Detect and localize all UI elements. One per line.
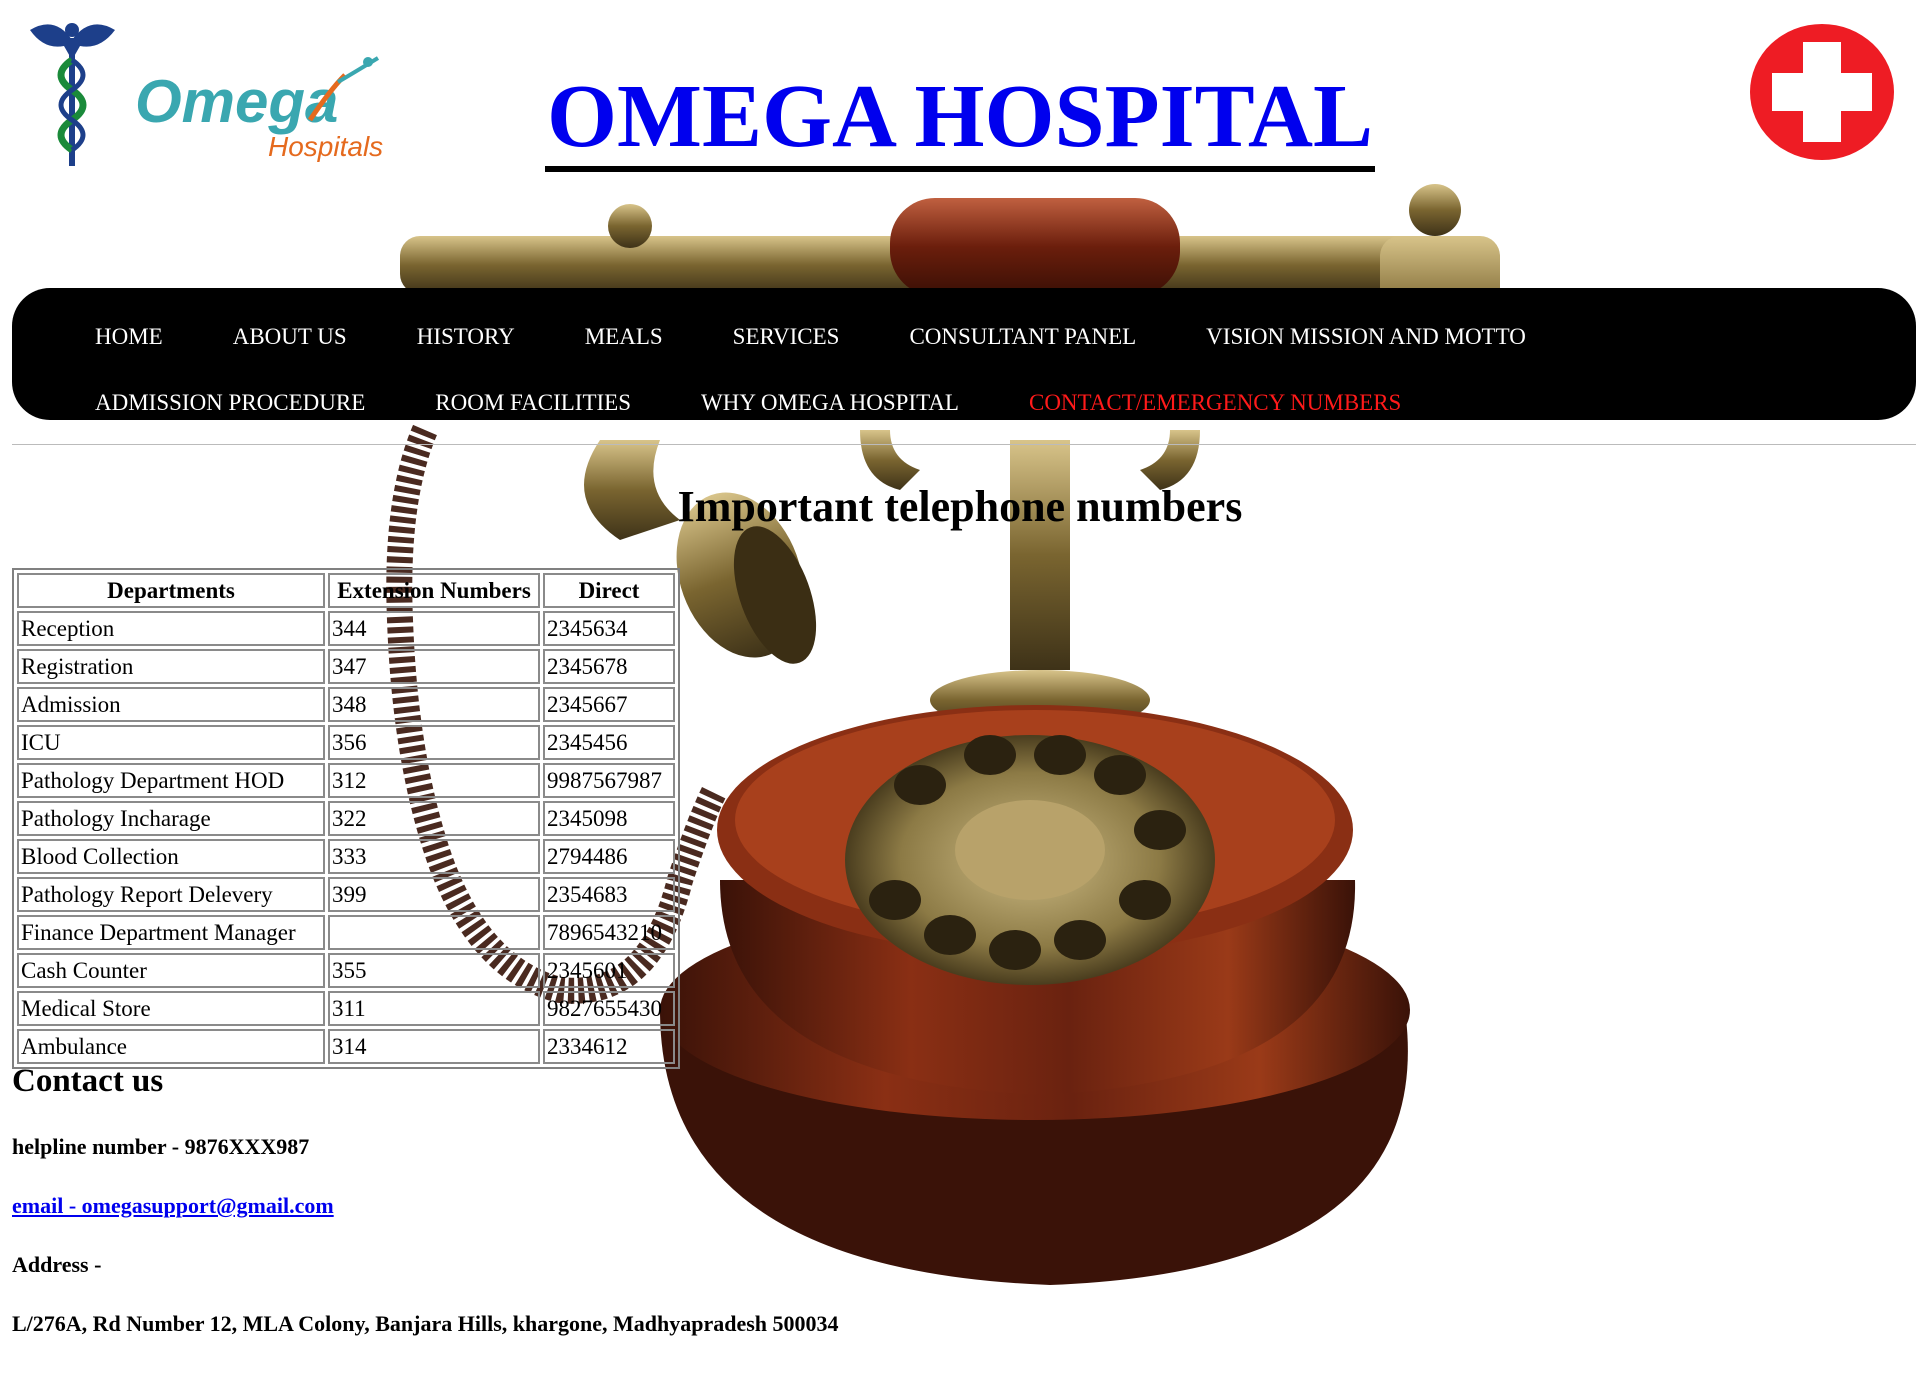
- nav-admission-procedure[interactable]: ADMISSION PROCEDURE: [95, 390, 365, 416]
- table-row: Pathology Incharage 322 2345098: [17, 801, 675, 836]
- site-title: OMEGA HOSPITAL: [0, 67, 1920, 172]
- nav-vision-mission-motto[interactable]: VISION MISSION AND MOTTO: [1206, 324, 1526, 350]
- department-cell: Cash Counter: [17, 953, 325, 988]
- direct-number-cell: 2345601: [543, 953, 675, 988]
- telephone-numbers-table: Departments Extension Numbers Direct Rec…: [12, 568, 680, 1069]
- direct-number-cell: 2345667: [543, 687, 675, 722]
- department-cell: Blood Collection: [17, 839, 325, 874]
- extension-cell: 312: [328, 763, 540, 798]
- direct-number-cell: 2345098: [543, 801, 675, 836]
- address-text: L/276A, Rd Number 12, MLA Colony, Banjar…: [12, 1311, 839, 1336]
- nav-room-facilities[interactable]: ROOM FACILITIES: [435, 390, 631, 416]
- column-header-extension: Extension Numbers: [328, 573, 540, 608]
- nav-home[interactable]: HOME: [95, 324, 163, 350]
- nav-contact-emergency-numbers[interactable]: CONTACT/EMERGENCY NUMBERS: [1029, 390, 1401, 416]
- contact-section: Contact us helpline number - 9876XXX987 …: [12, 1056, 1112, 1370]
- table-row: Pathology Department HOD 312 9987567987: [17, 763, 675, 798]
- direct-number-cell: 7896543210: [543, 915, 675, 950]
- table-row: Pathology Report Delevery 399 2354683: [17, 877, 675, 912]
- site-title-link[interactable]: OMEGA HOSPITAL: [545, 67, 1375, 172]
- contact-heading: Contact us: [12, 1063, 164, 1099]
- extension-cell: 355: [328, 953, 540, 988]
- divider: [12, 444, 1916, 445]
- department-cell: ICU: [17, 725, 325, 760]
- extension-cell: 356: [328, 725, 540, 760]
- extension-cell: 344: [328, 611, 540, 646]
- direct-number-cell: 2345456: [543, 725, 675, 760]
- main-navigation: HOME ABOUT US HISTORY MEALS SERVICES CON…: [12, 288, 1916, 420]
- extension-cell: 348: [328, 687, 540, 722]
- department-cell: Registration: [17, 649, 325, 684]
- nav-consultant-panel[interactable]: CONSULTANT PANEL: [909, 324, 1136, 350]
- department-cell: Medical Store: [17, 991, 325, 1026]
- extension-cell: 347: [328, 649, 540, 684]
- address-label: Address -: [12, 1252, 102, 1277]
- table-header-row: Departments Extension Numbers Direct: [17, 573, 675, 608]
- table-row: Registration 347 2345678: [17, 649, 675, 684]
- column-header-direct: Direct: [543, 573, 675, 608]
- direct-number-cell: 2345634: [543, 611, 675, 646]
- nav-services[interactable]: SERVICES: [733, 324, 840, 350]
- nav-about-us[interactable]: ABOUT US: [233, 324, 347, 350]
- department-cell: Admission: [17, 687, 325, 722]
- department-cell: Pathology Department HOD: [17, 763, 325, 798]
- extension-cell: 311: [328, 991, 540, 1026]
- direct-number-cell: 2354683: [543, 877, 675, 912]
- column-header-departments: Departments: [17, 573, 325, 608]
- extension-cell: 322: [328, 801, 540, 836]
- nav-why-omega-hospital[interactable]: WHY OMEGA HOSPITAL: [701, 390, 959, 416]
- email-paragraph: email - omegasupport@gmail.com: [12, 1193, 1112, 1218]
- extension-cell: [328, 915, 540, 950]
- nav-row-2: ADMISSION PROCEDURE ROOM FACILITIES WHY …: [95, 370, 1916, 436]
- table-row: Cash Counter 355 2345601: [17, 953, 675, 988]
- table-row: Medical Store 311 9827655430: [17, 991, 675, 1026]
- table-row: Reception 344 2345634: [17, 611, 675, 646]
- department-cell: Pathology Incharage: [17, 801, 325, 836]
- table-row: Blood Collection 333 2794486: [17, 839, 675, 874]
- table-row: Admission 348 2345667: [17, 687, 675, 722]
- medical-cross-icon: [1750, 24, 1894, 160]
- table-row: Finance Department Manager 7896543210: [17, 915, 675, 950]
- nav-row-1: HOME ABOUT US HISTORY MEALS SERVICES CON…: [95, 304, 1916, 370]
- phones-heading: Important telephone numbers: [677, 482, 1243, 531]
- direct-number-cell: 2345678: [543, 649, 675, 684]
- extension-cell: 333: [328, 839, 540, 874]
- department-cell: Pathology Report Delevery: [17, 877, 325, 912]
- email-link[interactable]: email - omegasupport@gmail.com: [12, 1193, 334, 1218]
- nav-meals[interactable]: MEALS: [585, 324, 663, 350]
- department-cell: Reception: [17, 611, 325, 646]
- table-row: ICU 356 2345456: [17, 725, 675, 760]
- table-body: Reception 344 2345634 Registration 347 234567…: [17, 611, 675, 1064]
- direct-number-cell: 9987567987: [543, 763, 675, 798]
- helpline-number: helpline number - 9876XXX987: [12, 1134, 310, 1159]
- direct-number-cell: 2794486: [543, 839, 675, 874]
- extension-cell: 399: [328, 877, 540, 912]
- department-cell: Finance Department Manager: [17, 915, 325, 950]
- direct-number-cell: 9827655430: [543, 991, 675, 1026]
- nav-history[interactable]: HISTORY: [417, 324, 515, 350]
